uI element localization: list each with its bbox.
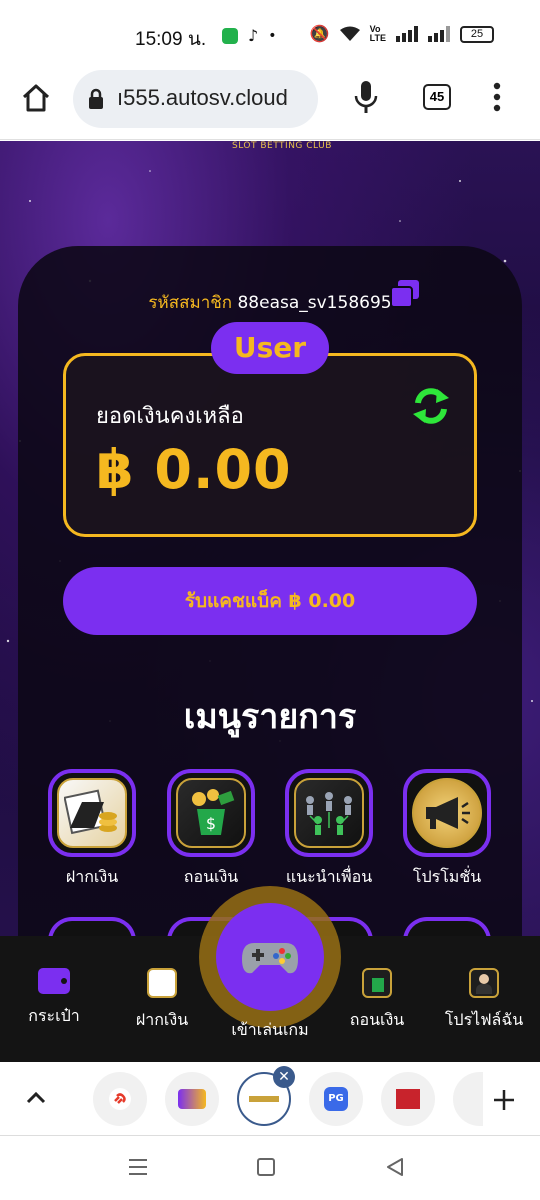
microphone-icon[interactable]: [353, 80, 379, 114]
menu-item-promotion[interactable]: โปรโมชั่น: [401, 769, 493, 890]
nav-label: ฝากเงิน: [135, 1010, 189, 1029]
line-app-icon: [222, 27, 238, 44]
cashback-button[interactable]: รับแคชแบ็ค ฿ 0.00: [63, 567, 477, 635]
nav-label: โปรไฟล์ฉัน: [444, 1010, 524, 1029]
recent-apps-icon[interactable]: [128, 1158, 148, 1176]
web-content: SLOT BETTING CLUB รหัสสมาชิก 88easa_sv15…: [0, 141, 540, 936]
close-tab-icon[interactable]: ✕: [273, 1066, 295, 1088]
notification-icons: ♪ •: [222, 26, 276, 45]
play-game-button[interactable]: [216, 903, 324, 1011]
menu-item-label: แนะนำเพื่อน: [285, 867, 373, 886]
copy-icon[interactable]: [389, 279, 421, 309]
refresh-icon[interactable]: [411, 386, 451, 426]
battery-icon: 25: [460, 25, 494, 43]
link-icon: [109, 1088, 131, 1110]
balance-value: ฿ 0.00: [96, 438, 292, 501]
status-bar: 15:09 น. ♪ • 🔕 Vo LTE 25: [0, 0, 540, 68]
signal-icon: [396, 26, 418, 42]
tab-chip-pg[interactable]: PG: [309, 1072, 363, 1126]
game-site-icon: [178, 1089, 206, 1109]
chevron-up-icon[interactable]: [26, 1090, 46, 1104]
site-logo-icon: [249, 1096, 279, 1102]
member-id-row: รหัสสมาชิก 88easa_sv158695: [0, 289, 540, 316]
menu-title: เมนูรายการ: [183, 697, 357, 737]
back-icon[interactable]: [386, 1158, 404, 1176]
role-badge: User: [211, 322, 329, 374]
gamepad-icon: [242, 943, 298, 974]
menu-item-label: โปรโมชั่น: [412, 867, 482, 886]
system-status-icons: 🔕 Vo LTE 25: [310, 24, 494, 44]
menu-item-referral[interactable]: แนะนำเพื่อน: [283, 769, 375, 890]
member-id-value: 88easa_sv158695: [237, 293, 392, 313]
nav-wallet[interactable]: กระเป๋า: [4, 968, 104, 1029]
new-tab-icon[interactable]: [492, 1088, 516, 1112]
nav-label: ถอนเงิน: [349, 1010, 405, 1029]
red-site-icon: [396, 1089, 420, 1109]
menu-item-label: ถอนเงิน: [183, 867, 239, 886]
referral-icon: [285, 769, 373, 857]
lock-icon: [89, 88, 103, 109]
dot-icon: •: [268, 27, 277, 44]
profile-icon: [469, 968, 499, 998]
tab-chip-link[interactable]: [93, 1072, 147, 1126]
nav-deposit[interactable]: ฝากเงิน: [112, 968, 212, 1033]
deposit-icon: [48, 769, 136, 857]
tab-switcher-button[interactable]: 45: [423, 84, 451, 110]
mute-icon: 🔕: [309, 26, 330, 43]
status-time: 15:09 น.: [135, 29, 207, 50]
svg-text:$: $: [206, 814, 216, 833]
deposit-icon: [147, 968, 177, 998]
address-bar[interactable]: ı555.autosv.cloud: [73, 70, 318, 128]
balance-label: ยอดเงินคงเหลือ: [96, 404, 244, 429]
tab-chip-partial[interactable]: [453, 1072, 483, 1126]
url-text: ı555.autosv.cloud: [117, 85, 288, 110]
tab-chip-red[interactable]: [381, 1072, 435, 1126]
member-id-label: รหัสสมาชิก: [148, 293, 233, 313]
menu-item-deposit[interactable]: ฝากเงิน: [46, 769, 138, 890]
nav-withdraw[interactable]: ถอนเงิน: [327, 968, 427, 1033]
menu-item-label: ฝากเงิน: [65, 867, 119, 886]
menu-item-partial[interactable]: [48, 917, 136, 936]
volte-icon: Vo LTE: [369, 24, 386, 43]
wallet-icon: [38, 968, 70, 994]
more-options-icon[interactable]: [493, 82, 501, 112]
browser-toolbar: ı555.autosv.cloud 45: [0, 68, 540, 140]
browser-tab-strip: ✕ PG: [0, 1062, 540, 1136]
wifi-icon: [339, 26, 360, 41]
menu-item-partial[interactable]: [403, 917, 491, 936]
system-navigation-bar: [0, 1136, 540, 1200]
home-icon[interactable]: [20, 82, 52, 114]
nav-profile[interactable]: โปรไฟล์ฉัน: [434, 968, 534, 1033]
withdraw-icon: [362, 968, 392, 998]
site-logo-tagline: SLOT BETTING CLUB: [232, 141, 332, 151]
pg-icon: PG: [324, 1087, 348, 1111]
withdraw-icon: $: [167, 769, 255, 857]
megaphone-icon: [403, 769, 491, 857]
tiktok-icon: ♪: [248, 26, 259, 45]
home-button-icon[interactable]: [257, 1158, 275, 1176]
signal-icon-2: [428, 26, 450, 42]
balance-panel: ยอดเงินคงเหลือ ฿ 0.00: [63, 353, 477, 537]
menu-item-withdraw[interactable]: $ ถอนเงิน: [165, 769, 257, 890]
tab-chip-current[interactable]: ✕: [237, 1066, 295, 1126]
play-game-label: เข้าเล่นเกม: [231, 1020, 309, 1039]
tab-chip-game[interactable]: [165, 1072, 219, 1126]
nav-label: กระเป๋า: [28, 1006, 80, 1025]
